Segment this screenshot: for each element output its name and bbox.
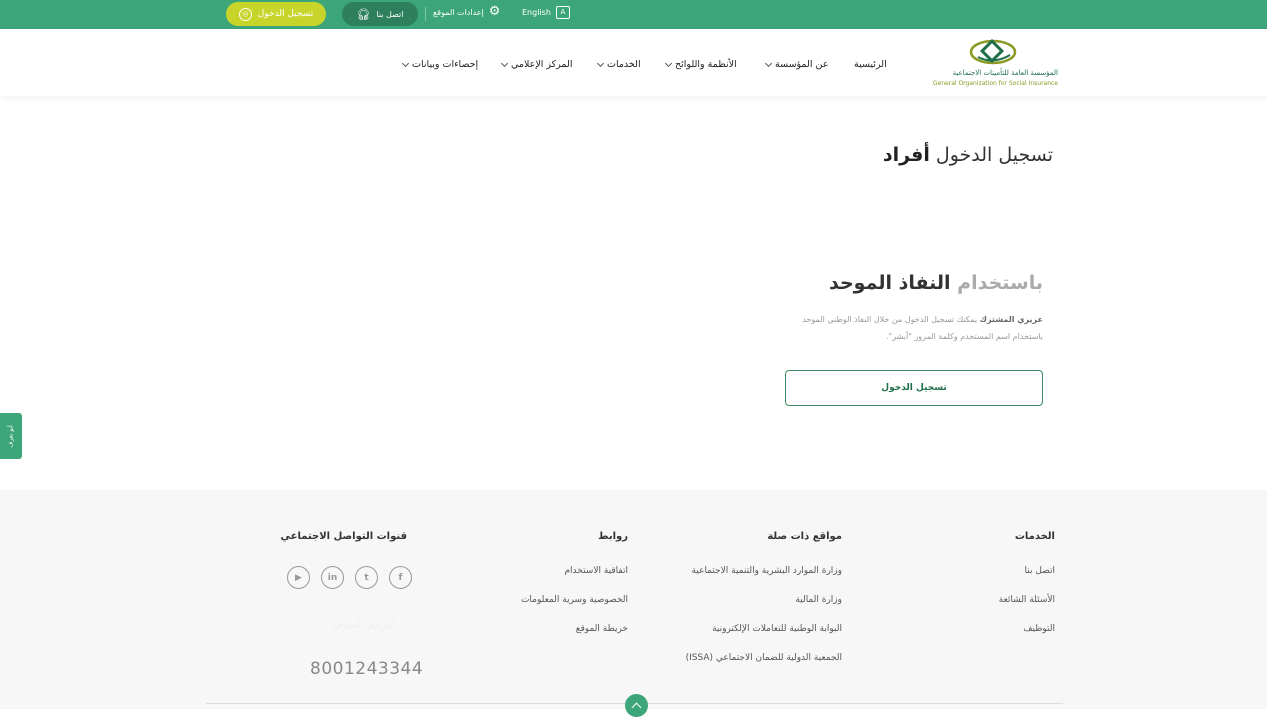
chevron-up-icon	[631, 702, 642, 713]
social-icons: ▶ in t f	[287, 566, 412, 589]
nav-label: الرئيسية	[854, 59, 887, 70]
nafath-login-button[interactable]: تسجيل الدخول	[785, 370, 1043, 406]
scroll-to-top-button[interactable]	[625, 694, 648, 717]
chevron-down-icon	[596, 59, 605, 68]
unified-number-label: الرقم الموحد	[330, 617, 395, 631]
top-bar: ◎ تسجيل الدخول 🎧︎ اتصل بنا إعدادات الموق…	[0, 0, 1267, 29]
footer-link[interactable]: اتفاقية الاستخدام	[564, 566, 628, 576]
divider	[425, 7, 426, 21]
footer-links-column: روابط اتفاقية الاستخدام الخصوصية وسرية ا…	[478, 490, 628, 670]
nav-item-statistics[interactable]: إحصاءات وبيانات	[401, 59, 479, 70]
footer-heading: قنوات التواصل الاجتماعي	[280, 531, 407, 542]
side-feedback-tab[interactable]: أبو نعرف	[0, 413, 22, 459]
nav-label: الخدمات	[607, 59, 641, 70]
site-settings-label: إعدادات الموقع	[433, 8, 484, 17]
main-navbar: المؤسسة العامة للتأمينات الاجتماعية Gene…	[0, 29, 1267, 96]
top-login-label: تسجيل الدخول	[257, 9, 314, 19]
top-login-button[interactable]: ◎ تسجيل الدخول	[226, 2, 326, 26]
fingerprint-icon: ◎	[238, 7, 252, 21]
translate-icon: A	[555, 6, 570, 19]
linkedin-icon[interactable]: in	[321, 566, 344, 589]
site-settings-link[interactable]: إعدادات الموقع ⚙	[433, 4, 501, 19]
gosi-logo[interactable]: المؤسسة العامة للتأمينات الاجتماعية Gene…	[928, 37, 1058, 89]
nafath-description: عزيزي المشترك يمكنك تسجيل الدخول من خلال…	[773, 311, 1043, 345]
chevron-down-icon	[664, 59, 673, 68]
nav-item-services[interactable]: الخدمات	[596, 59, 641, 70]
nav-item-regulations[interactable]: الأنظمة واللوائح	[664, 59, 737, 70]
footer-link[interactable]: اتصل بنا	[1025, 566, 1055, 576]
nav-label: المركز الإعلامي	[511, 59, 573, 70]
footer-social-column: قنوات التواصل الاجتماعي	[257, 490, 407, 550]
footer-link[interactable]: البوابة الوطنية للتعاملات الإلكترونية	[712, 624, 842, 634]
footer-link[interactable]: الجمعية الدولية للضمان الاجتماعي (ISSA)	[686, 653, 842, 663]
nav-label: الأنظمة واللوائح	[675, 59, 737, 70]
nafath-heading-dark: النفاذ الموحد	[829, 272, 951, 294]
logo-name-ar: المؤسسة العامة للتأمينات الاجتماعية	[952, 69, 1058, 77]
footer-link[interactable]: وزارة الموارد البشرية والتنمية الاجتماعي…	[692, 566, 842, 576]
contact-button[interactable]: 🎧︎ اتصل بنا	[342, 2, 418, 26]
footer-services-column: الخدمات اتصل بنا الأسئلة الشائعة التوظيف	[905, 490, 1055, 670]
youtube-icon[interactable]: ▶	[287, 566, 310, 589]
footer-link[interactable]: وزارة المالية	[795, 595, 842, 605]
footer-heading: مواقع ذات صلة	[767, 531, 842, 542]
footer-heading: الخدمات	[1014, 531, 1055, 542]
contact-label: اتصل بنا	[376, 9, 404, 19]
footer-link[interactable]: الخصوصية وسرية المعلومات	[521, 595, 628, 605]
page-title-prefix: تسجيل الدخول	[935, 144, 1053, 166]
page-title-bold: أفراد	[882, 144, 930, 166]
page-title: تسجيل الدخول أفراد	[883, 144, 1053, 166]
nafath-heading-light: باستخدام	[957, 272, 1043, 294]
logo-name-en: General Organization for Social Insuranc…	[932, 80, 1058, 87]
logo-mark-icon	[969, 38, 1017, 65]
nav-label: عن المؤسسة	[775, 59, 829, 70]
phone-number[interactable]: 8001243344	[310, 659, 423, 679]
footer-related-column: مواقع ذات صلة وزارة الموارد البشرية والت…	[642, 490, 842, 680]
chevron-down-icon	[401, 59, 410, 68]
footer-link[interactable]: الأسئلة الشائعة	[999, 595, 1055, 605]
language-label: English	[522, 8, 551, 17]
twitter-icon[interactable]: t	[355, 566, 378, 589]
footer-link[interactable]: التوظيف	[1023, 624, 1055, 634]
facebook-icon[interactable]: f	[389, 566, 412, 589]
gear-icon: ⚙	[488, 4, 501, 19]
nav-label: إحصاءات وبيانات	[412, 59, 479, 70]
description-bold: عزيزي المشترك	[979, 315, 1043, 324]
chevron-down-icon	[764, 59, 773, 68]
footer-heading: روابط	[598, 531, 628, 542]
chevron-down-icon	[500, 59, 509, 68]
headset-icon: 🎧︎	[356, 7, 371, 21]
footer-link[interactable]: خريطة الموقع	[576, 624, 628, 634]
nav-item-media-center[interactable]: المركز الإعلامي	[500, 59, 573, 70]
footer	[0, 490, 1267, 709]
side-tab-label: أبو نعرف	[7, 424, 15, 448]
language-switch[interactable]: English A	[522, 6, 570, 19]
nafath-heading: باستخدام النفاذ الموحد	[829, 272, 1043, 294]
nav-item-home[interactable]: الرئيسية	[854, 59, 887, 70]
nav-item-about[interactable]: عن المؤسسة	[764, 59, 829, 70]
